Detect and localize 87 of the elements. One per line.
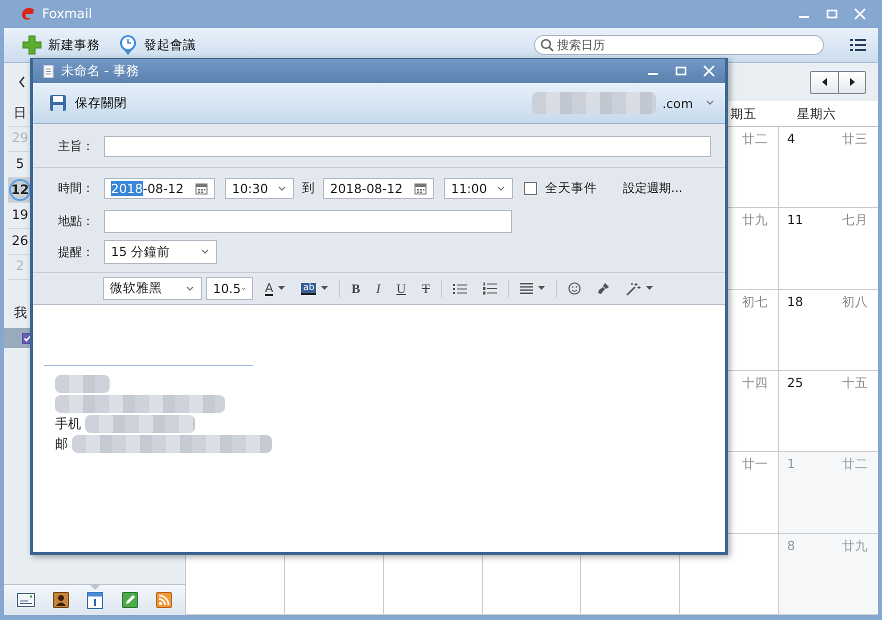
highlight-button[interactable]: ab [293, 276, 336, 300]
chevron-down-icon [496, 184, 506, 192]
lunar-date: 廿九 [842, 538, 868, 555]
lunar-date: 廿一 [742, 456, 768, 474]
to-label: 到 [302, 180, 315, 197]
brush-icon [596, 282, 610, 295]
search-icon [540, 38, 554, 52]
day-cell[interactable]: 18 初八 [779, 290, 878, 371]
contact-card-icon [53, 592, 70, 608]
pencil-icon [122, 592, 138, 608]
day-number: 1 [787, 456, 796, 472]
field-label: 主旨： [58, 138, 95, 155]
recurrence-link[interactable]: 設定週期... [623, 180, 682, 197]
signature-text: 邮 [55, 436, 68, 453]
weekday-header: 期五 [730, 106, 756, 121]
section-heading: 我 [14, 305, 28, 324]
close-icon[interactable] [703, 65, 715, 77]
calendar-icon[interactable] [414, 182, 427, 195]
time-dropdown[interactable]: 11:00 [444, 178, 513, 199]
date-field[interactable]: 2018-08-12 [104, 178, 215, 199]
time-dropdown[interactable]: 10:30 [225, 178, 294, 199]
font-color-button[interactable]: A [257, 276, 294, 300]
day-number: 18 [787, 294, 804, 309]
signature-text: 手机 [55, 416, 81, 433]
save-close-button[interactable]: 保存關閉 [47, 92, 129, 114]
lunar-date: 廿九 [742, 212, 768, 230]
checkbox-label: 全天事件 [545, 180, 597, 197]
logo-icon [20, 6, 36, 22]
triangle-left-icon [822, 78, 828, 86]
day-number: 25 [787, 375, 804, 390]
chevron-left-icon[interactable] [18, 76, 26, 88]
lunar-date: 廿二 [742, 131, 768, 148]
search-field[interactable]: 搜索日历 [534, 35, 824, 55]
magic-wand-icon [626, 282, 641, 296]
lunar-date: 十四 [742, 375, 768, 392]
subject-field[interactable] [104, 136, 711, 157]
meeting-button[interactable]: 發起會議 [114, 32, 200, 58]
dialog-title: 未命名 - 事務 [61, 63, 139, 80]
lunar-date: 初八 [842, 294, 868, 311]
font-dropdown[interactable]: 微软雅黑 [103, 277, 202, 300]
new-task-button[interactable]: 新建事務 [18, 33, 104, 57]
weekday-header: 星期六 [797, 106, 836, 121]
field-label: 時間： [58, 180, 95, 197]
account-text: .com [662, 96, 693, 110]
rss-icon [156, 592, 172, 608]
chevron-down-icon [277, 184, 287, 192]
lunar-date: 初七 [742, 294, 768, 311]
underline-button[interactable]: U [388, 276, 414, 300]
strikethrough-button[interactable]: T [414, 276, 438, 300]
document-icon [43, 64, 54, 78]
chevron-down-icon[interactable] [705, 99, 715, 107]
day-number: 4 [787, 131, 796, 146]
lunar-date: 七月 [842, 212, 868, 230]
triangle-right-icon [849, 78, 855, 86]
plus-icon [22, 35, 42, 55]
app-title: Foxmail [42, 6, 92, 22]
day-cell[interactable]: 4 廿三 [779, 127, 878, 208]
blurred-text [55, 375, 110, 393]
calendar-icon[interactable] [195, 182, 208, 195]
numbered-list-icon [482, 282, 497, 295]
save-icon [49, 94, 67, 112]
field-label: 提醒： [58, 244, 95, 260]
smiley-icon [568, 282, 581, 295]
menu-icon[interactable] [850, 38, 866, 52]
chevron-down-icon [185, 284, 195, 292]
font-size-dropdown[interactable]: 10.5 [206, 277, 253, 300]
chevron-down-icon [240, 284, 246, 292]
reminder-dropdown[interactable]: 15 分鐘前 [104, 240, 217, 264]
align-icon [520, 283, 533, 294]
bold-button[interactable]: B [343, 276, 368, 300]
date-field[interactable]: 2018-08-12 [323, 178, 434, 199]
lunar-date: 十五 [842, 375, 868, 392]
clock-icon [118, 34, 138, 56]
italic-button[interactable]: I [368, 276, 388, 300]
day-number: 8 [787, 538, 796, 553]
checkbox[interactable] [524, 182, 537, 195]
envelope-icon [17, 593, 36, 607]
lunar-date: 廿三 [842, 131, 868, 148]
day-number: 11 [787, 212, 804, 228]
field-label: 地點： [58, 213, 95, 230]
chevron-down-icon [200, 248, 210, 256]
location-field[interactable] [104, 210, 512, 233]
calendar-icon [87, 592, 104, 608]
lunar-date: 廿二 [842, 456, 868, 474]
day-cell[interactable]: 11 七月 [779, 208, 878, 290]
maximize-icon[interactable] [675, 65, 687, 77]
bullet-list-icon [452, 282, 467, 294]
